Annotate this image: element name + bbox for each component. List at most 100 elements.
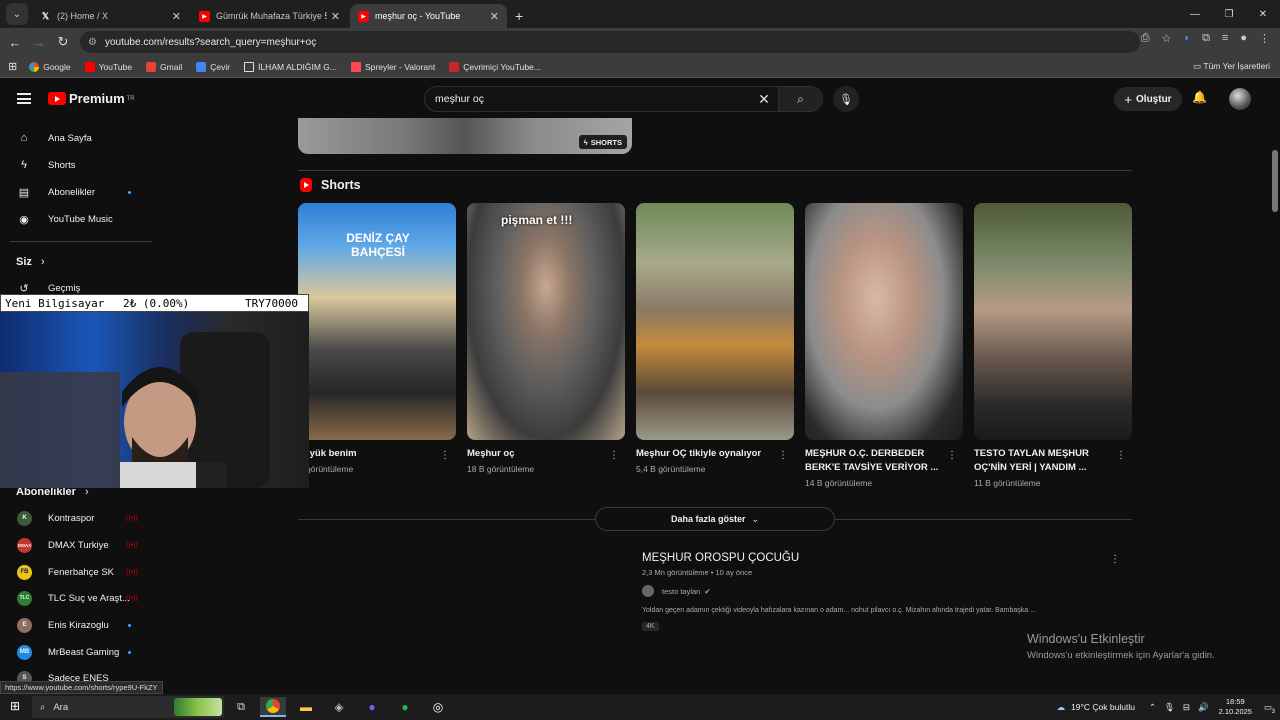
browser-tab-x[interactable]: 𝕏 (2) Home / X ✕ <box>32 4 189 28</box>
sidebar-channel-fenerbahce[interactable]: FB Fenerbahçe SK ((•)) <box>0 559 160 585</box>
tab-search-menu-button[interactable]: ⌄ <box>6 3 28 25</box>
browser-tab-active[interactable]: ▶ meşhur oç - YouTube ✕ <box>350 4 507 28</box>
chevron-up-icon[interactable]: ⌃ <box>1149 702 1156 713</box>
volume-icon[interactable]: 🔊 <box>1198 702 1209 713</box>
new-tab-button[interactable]: + <box>515 8 523 24</box>
short-card[interactable]: MEŞHUR O.Ç. DERBEDER BERK'E TAVSİYE VERİ… <box>805 203 963 488</box>
previous-short-thumbnail[interactable]: ϟ SHORTS <box>298 118 632 154</box>
sidebar-channel-enis[interactable]: E Enis Kirazoglu <box>0 612 160 638</box>
extension-icon[interactable]: ◗ <box>1183 32 1190 45</box>
sidebar-channel-mrbeast[interactable]: MB MrBeast Gaming <box>0 639 160 665</box>
weather-text[interactable]: 19°C Çok bulutlu <box>1071 702 1135 712</box>
bookmark-folder-ilham[interactable]: İLHAM ALDIĞIM G... <box>244 61 337 72</box>
apps-grid-icon[interactable]: ⊞ <box>8 60 17 73</box>
bookmark-cevir[interactable]: Çevir <box>196 61 230 72</box>
short-thumbnail[interactable] <box>636 203 794 440</box>
menu-icon[interactable] <box>17 93 31 104</box>
sidebar-you-header[interactable]: Siz › <box>16 256 45 268</box>
bookmark-youtube[interactable]: YouTube <box>84 61 132 72</box>
bookmark-spreyler[interactable]: Spreyler - Valorant <box>350 61 435 72</box>
file-explorer-icon[interactable]: ▬ <box>293 697 319 717</box>
chrome-taskbar-icon[interactable] <box>260 697 286 717</box>
more-actions-icon[interactable]: ⋮ <box>1116 450 1126 461</box>
close-tab-icon[interactable]: ✕ <box>172 10 181 23</box>
close-tab-icon[interactable]: ✕ <box>331 10 340 23</box>
sidebar-item-subscriptions[interactable]: ▤ Abonelikler <box>0 179 160 205</box>
short-title[interactable]: TESTO TAYLAN MEŞHUR OÇ'NİN YERİ | YANDIM… <box>974 447 1114 475</box>
more-actions-icon[interactable]: ⋮ <box>440 450 450 461</box>
more-actions-icon[interactable]: ⋮ <box>609 450 619 461</box>
account-avatar[interactable] <box>1229 88 1251 110</box>
browser-toolbar: ← → ↻ ⚙ youtube.com/results?search_query… <box>0 28 1280 56</box>
short-title[interactable]: büyük benim <box>298 447 438 461</box>
short-title[interactable]: MEŞHUR O.Ç. DERBEDER BERK'E TAVSİYE VERİ… <box>805 447 945 475</box>
video-title[interactable]: MEŞHUR OROSPU ÇOCUĞU <box>642 552 1132 564</box>
short-card[interactable]: pişman et !!! Meşhur oç 18 B görüntüleme… <box>467 203 625 474</box>
page-scrollbar[interactable] <box>1270 118 1280 694</box>
close-window-icon[interactable]: ✕ <box>1246 0 1280 28</box>
sidebar-item-music[interactable]: ◉ YouTube Music <box>0 206 160 232</box>
restore-icon[interactable]: ❐ <box>1212 0 1246 28</box>
short-card[interactable]: Meşhur OÇ tikiyle oynalıyor 5,4 B görünt… <box>636 203 794 474</box>
sidebar-channel-tlc[interactable]: TLC TLC Suç ve Araşt... ((•)) <box>0 585 160 611</box>
bookmark-google[interactable]: Google <box>29 61 71 72</box>
scrollbar-thumb[interactable] <box>1272 150 1278 212</box>
windows-start-icon[interactable]: ⊞ <box>10 699 20 713</box>
sidebar-item-home[interactable]: ⌂ Ana Sayfa <box>0 125 160 151</box>
discord-icon[interactable]: ● <box>359 697 385 717</box>
reload-icon[interactable]: ↻ <box>51 34 75 50</box>
more-actions-icon[interactable]: ⋮ <box>778 450 788 461</box>
url-bar[interactable]: ⚙ youtube.com/results?search_query=meşhu… <box>80 31 1140 53</box>
voice-search-button[interactable]: 🎙 <box>833 86 859 112</box>
search-button[interactable]: ⌕ <box>778 87 822 111</box>
minimize-icon[interactable]: — <box>1178 0 1212 28</box>
short-thumbnail[interactable] <box>805 203 963 440</box>
plus-icon: + <box>1124 91 1133 107</box>
task-view-icon[interactable]: ⧉ <box>228 697 254 717</box>
install-app-icon[interactable]: ⎙ <box>1141 32 1150 45</box>
show-more-button[interactable]: Daha fazla göster ⌄ <box>595 507 835 531</box>
search-input[interactable]: meşhur oç <box>425 93 750 105</box>
more-actions-icon[interactable]: ⋮ <box>947 450 957 461</box>
video-channel[interactable]: testo taylan ✔ <box>642 585 1132 597</box>
taskbar-search[interactable]: ⌕ Ara <box>32 696 224 718</box>
bookmark-cevrimici[interactable]: Çevrimiçi YouTube... <box>449 61 541 72</box>
short-thumbnail[interactable]: pişman et !!! <box>467 203 625 440</box>
obs-icon[interactable]: ◎ <box>425 697 451 717</box>
create-button[interactable]: + Oluştur <box>1114 87 1182 111</box>
network-icon[interactable]: ⊟ <box>1183 702 1190 713</box>
extensions-puzzle-icon[interactable]: ⧉ <box>1202 32 1210 45</box>
short-title[interactable]: Meşhur OÇ tikiyle oynalıyor <box>636 447 776 461</box>
short-thumbnail[interactable] <box>974 203 1132 440</box>
sidebar-channel-kontraspor[interactable]: K Kontraspor ((•)) <box>0 505 160 531</box>
app-icon[interactable]: ◈ <box>326 697 352 717</box>
video-result[interactable]: MEŞHUR OROSPU ÇOCUĞU 2,3 Mn görüntüleme … <box>642 552 1132 633</box>
short-title[interactable]: Meşhur oç <box>467 447 607 461</box>
short-card[interactable]: DENİZ ÇAY BAHÇESİ büyük benim B görüntül… <box>298 203 456 474</box>
back-icon[interactable]: ← <box>3 35 27 50</box>
short-thumbnail[interactable]: DENİZ ÇAY BAHÇESİ <box>298 203 456 440</box>
bookmark-gmail[interactable]: Gmail <box>146 61 182 72</box>
notifications-icon[interactable]: ▭ 3 <box>1264 702 1275 715</box>
profile-icon[interactable]: ● <box>1240 32 1247 45</box>
close-tab-icon[interactable]: ✕ <box>490 10 499 23</box>
media-control-icon[interactable]: ≡ <box>1222 32 1228 45</box>
forward-icon[interactable]: → <box>27 35 51 50</box>
sidebar-channel-dmax[interactable]: DMAX DMAX Turkiye ((•)) <box>0 532 160 558</box>
browser-tab-gumruk[interactable]: ▶ Gümrük Muhafaza Türkiye 5. Bö ✕ <box>191 4 348 28</box>
site-info-icon[interactable]: ⚙ <box>88 37 97 48</box>
youtube-premium-logo[interactable]: Premium TR <box>48 91 135 106</box>
youtube-icon <box>84 61 95 72</box>
sidebar-item-shorts[interactable]: ϟ Shorts <box>0 152 160 178</box>
all-bookmarks[interactable]: ▭ Tüm Yer İşaretleri <box>1193 61 1270 72</box>
bookmark-star-icon[interactable]: ☆ <box>1162 32 1172 45</box>
more-actions-icon[interactable]: ⋮ <box>1110 554 1120 565</box>
notifications-bell-icon[interactable]: 🔔 <box>1192 90 1207 104</box>
windows-taskbar: ⊞ ⌕ Ara ⧉ ▬ ◈ ● ● ◎ ☁ 19°C Çok bulutlu ⌃… <box>0 694 1280 720</box>
channel-avatar: FB <box>17 564 32 580</box>
clear-search-icon[interactable]: ✕ <box>750 91 778 108</box>
spotify-icon[interactable]: ● <box>392 697 418 717</box>
taskbar-clock[interactable]: 18:59 2.10.2025 <box>1219 697 1252 717</box>
short-card[interactable]: TESTO TAYLAN MEŞHUR OÇ'NİN YERİ | YANDIM… <box>974 203 1132 488</box>
more-menu-icon[interactable]: ⋮ <box>1259 32 1270 45</box>
